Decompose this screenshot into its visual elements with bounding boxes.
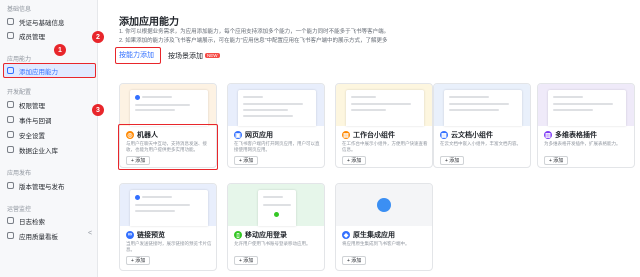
card-title: 多维表格插件 <box>555 132 597 139</box>
add-button[interactable]: + 添加 <box>234 256 259 265</box>
event-icon <box>7 116 14 123</box>
collapse-sidebar-icon[interactable]: < <box>88 230 92 237</box>
group-title-dev: 开发配置 <box>7 90 32 96</box>
native-app-icon: ◆ <box>342 231 350 239</box>
lock-icon <box>7 101 14 108</box>
add-button[interactable]: + 添加 <box>544 156 569 165</box>
highlight-tab <box>115 47 161 64</box>
group-title-capability: 应用能力 <box>7 57 32 63</box>
group-title-release: 应用发布 <box>7 171 32 177</box>
capability-card-base-plugin[interactable]: ▥ 多维表格插件 为多维表格开发插件，扩展表格能力。 + 添加 <box>537 83 635 168</box>
sidebar-item-label: 成员管理 <box>19 33 45 41</box>
description-line-2: 2. 如果添加的能力涉及飞书客户端展示，可在能力"应用信息"中配置应用在飞书客户… <box>119 38 388 44</box>
add-button[interactable]: + 添加 <box>234 156 259 165</box>
card-preview <box>228 184 324 226</box>
add-button[interactable]: + 添加 <box>342 156 367 165</box>
sidebar-item-permissions[interactable]: 权限管理 <box>3 98 95 111</box>
add-button[interactable]: + 添加 <box>440 156 465 165</box>
card-description: 当用户发送链接时，展示链接的预览卡片信息。 <box>126 241 212 252</box>
sidebar-item-label: 凭证与基础信息 <box>19 19 65 27</box>
card-description: 为多维表格开发插件，扩展表格能力。 <box>544 141 621 146</box>
step-badge-2: 2 <box>92 31 104 43</box>
card-preview <box>434 84 530 126</box>
capability-card-native-app[interactable]: ◆ 原生集成应用 将应用原生集成到飞书客户端中。 + 添加 <box>335 183 433 271</box>
card-description: 在云文档中嵌入小组件，丰富文档内容。 <box>440 141 521 146</box>
sidebar-item-logs[interactable]: 日志检索 <box>3 214 95 227</box>
card-description: 在工作台中展示小组件，方便用户快速查看信息。 <box>342 141 428 152</box>
card-description: 将应用原生集成到飞书客户端中。 <box>342 241 410 246</box>
group-title-basic: 基础信息 <box>7 7 32 13</box>
card-preview <box>538 84 634 126</box>
card-preview <box>120 184 216 226</box>
sidebar-item-credentials[interactable]: 凭证与基础信息 <box>3 15 95 28</box>
sidebar-item-label: 应用质量看板 <box>19 233 58 241</box>
card-title: 网页应用 <box>245 132 273 139</box>
sidebar-item-label: 版本管理与发布 <box>19 183 65 191</box>
table-plugin-icon: ▥ <box>544 131 552 139</box>
widget-icon: ▤ <box>342 131 350 139</box>
card-preview <box>120 84 216 126</box>
card-title: 云文档小组件 <box>451 132 493 139</box>
card-title: 移动应用登录 <box>245 232 287 239</box>
sidebar-item-members[interactable]: 成员管理 <box>3 29 95 42</box>
database-icon <box>7 146 14 153</box>
capability-card-link-preview[interactable]: ∞ 链接预览 当用户发送链接时，展示链接的预览卡片信息。 + 添加 <box>119 183 217 271</box>
card-preview <box>336 184 432 226</box>
card-title: 原生集成应用 <box>353 232 395 239</box>
description-line-1: 1. 你可以根据业务需求，为应用添加能力，每个应用支持添加多个能力，一个能力同时… <box>119 29 390 35</box>
card-description: 在飞书客户端内打开网页应用，用户可以直接使用网页应用。 <box>234 141 320 152</box>
mobile-icon: ▯ <box>234 231 242 239</box>
doc-icon: ▦ <box>440 131 448 139</box>
add-button[interactable]: + 添加 <box>342 256 367 265</box>
step-badge-1: 1 <box>54 44 66 56</box>
sidebar-item-events[interactable]: 事件与回调 <box>3 113 95 126</box>
sidebar-item-data[interactable]: 数据企业入库 <box>3 143 95 156</box>
sidebar-item-label: 事件与回调 <box>19 117 52 125</box>
card-preview <box>336 84 432 126</box>
web-app-icon: ▣ <box>234 131 242 139</box>
card-title: 工作台小组件 <box>353 132 395 139</box>
card-description: 允许用户使用飞书账号登录移动应用。 <box>234 241 311 246</box>
sidebar-item-version[interactable]: 版本管理与发布 <box>3 179 95 192</box>
add-button[interactable]: + 添加 <box>126 256 151 265</box>
page-title: 添加应用能力 <box>119 17 179 28</box>
capability-card-mobile-login[interactable]: ▯ 移动应用登录 允许用户使用飞书账号登录移动应用。 + 添加 <box>227 183 325 271</box>
shield-icon <box>7 131 14 138</box>
sidebar-item-label: 日志检索 <box>19 218 45 226</box>
sidebar-item-label: 权限管理 <box>19 102 45 110</box>
users-icon <box>7 32 14 39</box>
new-badge: NEW <box>205 52 220 58</box>
highlight-sidebar-item <box>3 63 96 78</box>
group-title-ops: 运营监控 <box>7 207 32 213</box>
log-icon <box>7 217 14 224</box>
sidebar-item-quality[interactable]: 应用质量看板 <box>3 229 95 242</box>
card-title: 链接预览 <box>137 232 165 239</box>
version-icon <box>7 182 14 189</box>
card-preview <box>228 84 324 126</box>
chart-icon <box>7 232 14 239</box>
tab-by-scenario[interactable]: 按场景添加 NEW <box>168 51 220 64</box>
sidebar: 基础信息 凭证与基础信息 成员管理 应用能力 添加应用能力 开发配置 权限管理 … <box>0 0 98 277</box>
capability-card-doc-widget[interactable]: ▦ 云文档小组件 在云文档中嵌入小组件，丰富文档内容。 + 添加 <box>433 83 531 168</box>
capability-card-web-app[interactable]: ▣ 网页应用 在飞书客户端内打开网页应用，用户可以直接使用网页应用。 + 添加 <box>227 83 325 168</box>
sidebar-item-label: 数据企业入库 <box>19 147 58 155</box>
highlight-bot-card <box>118 124 218 170</box>
sidebar-item-label: 安全设置 <box>19 132 45 140</box>
sidebar-item-security[interactable]: 安全设置 <box>3 128 95 141</box>
key-icon <box>7 18 14 25</box>
step-badge-3: 3 <box>92 104 104 116</box>
capability-card-workplace-widget[interactable]: ▤ 工作台小组件 在工作台中展示小组件，方便用户快速查看信息。 + 添加 <box>335 83 433 168</box>
link-icon: ∞ <box>126 231 134 239</box>
